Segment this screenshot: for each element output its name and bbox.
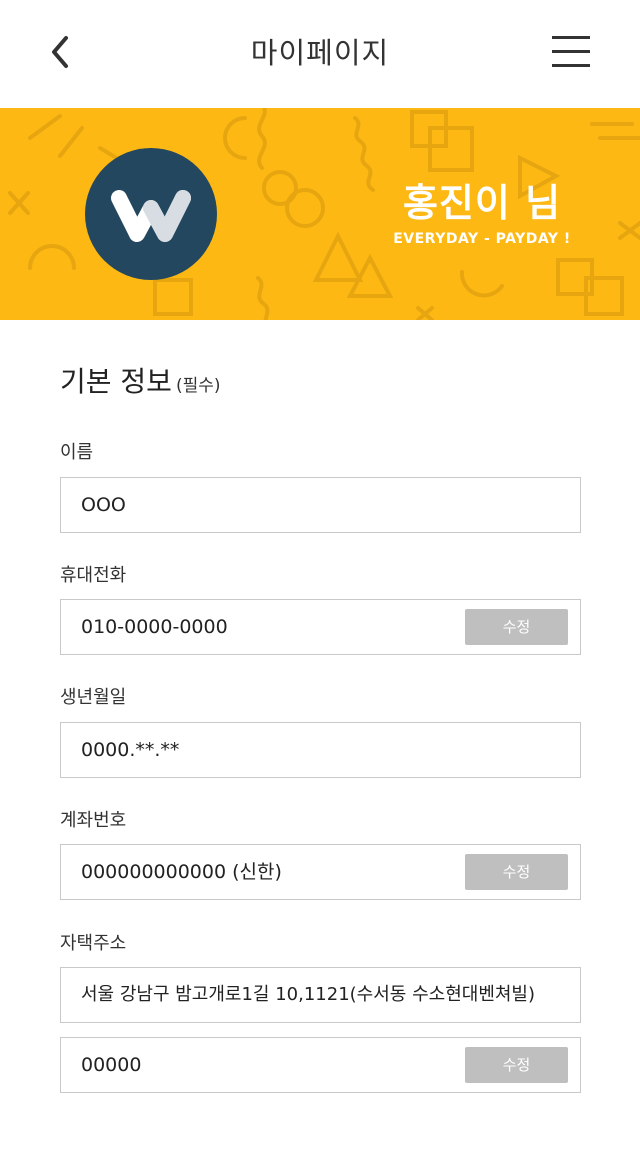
account-edit-button[interactable]: 수정 bbox=[465, 854, 568, 890]
user-greeting: 홍진이 님 bbox=[402, 181, 562, 225]
name-label: 이름 bbox=[60, 442, 94, 463]
phone-label: 휴대전화 bbox=[60, 565, 127, 586]
w-logo-icon bbox=[111, 190, 191, 242]
zipcode-field[interactable]: 00000 수정 bbox=[60, 1037, 581, 1093]
phone-edit-button[interactable]: 수정 bbox=[465, 609, 568, 645]
banner-slogan: EVERYDAY - PAYDAY ! bbox=[393, 231, 571, 247]
account-label: 계좌번호 bbox=[60, 810, 127, 831]
phone-value: 010-0000-0000 bbox=[81, 616, 228, 638]
section-title-text: 기본 정보 bbox=[60, 365, 172, 398]
profile-banner: 홍진이 님 EVERYDAY - PAYDAY ! bbox=[0, 108, 640, 320]
section-title: 기본 정보 (필수) bbox=[60, 360, 221, 400]
address-label: 자택주소 bbox=[60, 933, 127, 954]
birth-field[interactable]: 0000.**.** bbox=[60, 722, 581, 778]
address-value: 서울 강남구 밤고개로1길 10,1121(수서동 수소현대벤쳐빌) bbox=[81, 984, 536, 1005]
zipcode-value: 00000 bbox=[81, 1054, 142, 1076]
birth-label: 생년월일 bbox=[60, 687, 127, 708]
name-value: OOO bbox=[81, 494, 126, 516]
phone-field[interactable]: 010-0000-0000 수정 bbox=[60, 599, 581, 655]
birth-value: 0000.**.** bbox=[81, 739, 180, 761]
name-field[interactable]: OOO bbox=[60, 477, 581, 533]
page-title: 마이페이지 bbox=[250, 36, 390, 70]
address-field[interactable]: 서울 강남구 밤고개로1길 10,1121(수서동 수소현대벤쳐빌) bbox=[60, 967, 581, 1023]
menu-button[interactable] bbox=[548, 32, 594, 72]
avatar bbox=[85, 148, 217, 280]
top-app-bar: 마이페이지 bbox=[0, 0, 640, 108]
required-note: (필수) bbox=[175, 376, 221, 396]
account-field[interactable]: 000000000000 (신한) 수정 bbox=[60, 844, 581, 900]
account-value: 000000000000 (신한) bbox=[81, 861, 282, 883]
hamburger-menu-icon bbox=[552, 36, 590, 67]
address-edit-button[interactable]: 수정 bbox=[465, 1047, 568, 1083]
